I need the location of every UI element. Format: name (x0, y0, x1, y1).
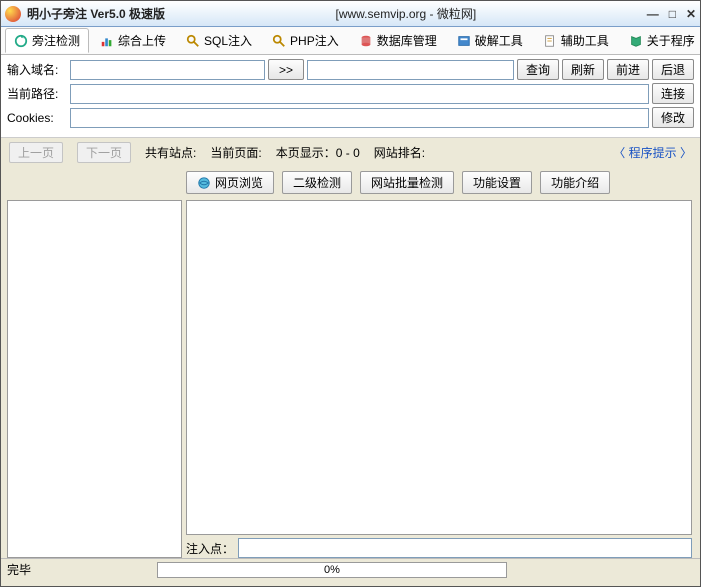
tab-sql-inject[interactable]: SQL注入 (177, 28, 261, 53)
tab-label: 关于程序 (647, 32, 695, 49)
tab-label: 辅助工具 (561, 32, 609, 49)
domain-result-input[interactable] (307, 60, 514, 80)
main-content-area: 注入点： (1, 200, 700, 558)
search-icon (186, 34, 200, 48)
total-sites-label: 共有站点: (145, 144, 196, 161)
window-title: 明小子旁注 Ver5.0 极速版 (27, 5, 165, 22)
path-label: 当前路径: (7, 85, 67, 102)
action-toolbar: 网页浏览 二级检测 网站批量检测 功能设置 功能介绍 (1, 167, 700, 200)
connect-button[interactable]: 连接 (652, 83, 694, 104)
tool-icon (457, 34, 471, 48)
result-content-panel[interactable] (186, 200, 692, 535)
right-panel: 注入点： (186, 200, 692, 558)
book-icon (629, 34, 643, 48)
globe-icon (197, 176, 211, 190)
search-icon (272, 34, 286, 48)
path-input[interactable] (70, 84, 649, 104)
tab-about[interactable]: 关于程序 (620, 28, 700, 53)
second-level-detect-button[interactable]: 二级检测 (282, 171, 352, 194)
refresh-icon (14, 34, 28, 48)
button-label: 功能介绍 (551, 174, 599, 191)
tab-crack-tools[interactable]: 破解工具 (448, 28, 532, 53)
query-button[interactable]: 查询 (517, 59, 559, 80)
tab-side-detection[interactable]: 旁注检测 (5, 28, 89, 53)
tab-php-inject[interactable]: PHP注入 (263, 28, 348, 53)
tab-bar: 旁注检测 综合上传 SQL注入 PHP注入 数据库管理 破解工具 辅助工具 关 (1, 27, 700, 55)
doc-icon (543, 34, 557, 48)
tab-db-manage[interactable]: 数据库管理 (350, 28, 446, 53)
app-window: 明小子旁注 Ver5.0 极速版 [www.semvip.org - 微粒网] … (0, 0, 701, 587)
site-tree-panel[interactable] (7, 200, 182, 558)
app-icon (5, 6, 21, 22)
maximize-button[interactable]: □ (669, 7, 676, 21)
function-intro-button[interactable]: 功能介绍 (540, 171, 610, 194)
modify-button[interactable]: 修改 (652, 107, 694, 128)
tab-label: 数据库管理 (377, 32, 437, 49)
domain-label: 输入域名: (7, 61, 67, 78)
tab-aux-tools[interactable]: 辅助工具 (534, 28, 618, 53)
go-button[interactable]: >> (268, 59, 304, 80)
function-settings-button[interactable]: 功能设置 (462, 171, 532, 194)
tab-label: SQL注入 (204, 32, 252, 49)
page-display: 本页显示：0 - 0 (276, 144, 360, 161)
site-rank-label: 网站排名: (374, 144, 425, 161)
next-page-button[interactable]: 下一页 (77, 142, 131, 163)
chart-icon (100, 34, 114, 48)
program-hint-link[interactable]: 〈 程序提示 〉 (613, 144, 692, 161)
button-label: 二级检测 (293, 174, 341, 191)
back-button[interactable]: 后退 (652, 59, 694, 80)
pagination-status-row: 上一页 下一页 共有站点: 当前页面: 本页显示：0 - 0 网站排名: 〈 程… (1, 138, 700, 167)
db-icon (359, 34, 373, 48)
refresh-button[interactable]: 刷新 (562, 59, 604, 80)
button-label: 功能设置 (473, 174, 521, 191)
progress-bar: 0% (157, 562, 507, 578)
domain-input[interactable] (70, 60, 265, 80)
web-browse-button[interactable]: 网页浏览 (186, 171, 274, 194)
current-page-label: 当前页面: (210, 144, 261, 161)
inject-point-label: 注入点： (186, 540, 234, 557)
window-subtitle: [www.semvip.org - 微粒网] (165, 5, 647, 22)
input-form-area: 输入域名: >> 查询 刷新 前进 后退 当前路径: 连接 Cookies: 修… (1, 55, 700, 138)
button-label: 网站批量检测 (371, 174, 443, 191)
inject-point-input[interactable] (238, 538, 692, 558)
close-button[interactable]: ✕ (686, 7, 696, 21)
button-label: 网页浏览 (215, 174, 263, 191)
minimize-button[interactable]: — (647, 7, 659, 21)
cookies-label: Cookies: (7, 111, 67, 125)
status-bar: 完毕 0% (1, 558, 700, 580)
tab-label: 旁注检测 (32, 32, 80, 49)
cookies-input[interactable] (70, 108, 649, 128)
tab-label: 破解工具 (475, 32, 523, 49)
tab-label: 综合上传 (118, 32, 166, 49)
forward-button[interactable]: 前进 (607, 59, 649, 80)
progress-text: 0% (324, 564, 340, 576)
status-text: 完毕 (7, 561, 157, 578)
tab-upload[interactable]: 综合上传 (91, 28, 175, 53)
batch-detect-button[interactable]: 网站批量检测 (360, 171, 454, 194)
titlebar: 明小子旁注 Ver5.0 极速版 [www.semvip.org - 微粒网] … (1, 1, 700, 27)
prev-page-button[interactable]: 上一页 (9, 142, 63, 163)
tab-label: PHP注入 (290, 32, 339, 49)
